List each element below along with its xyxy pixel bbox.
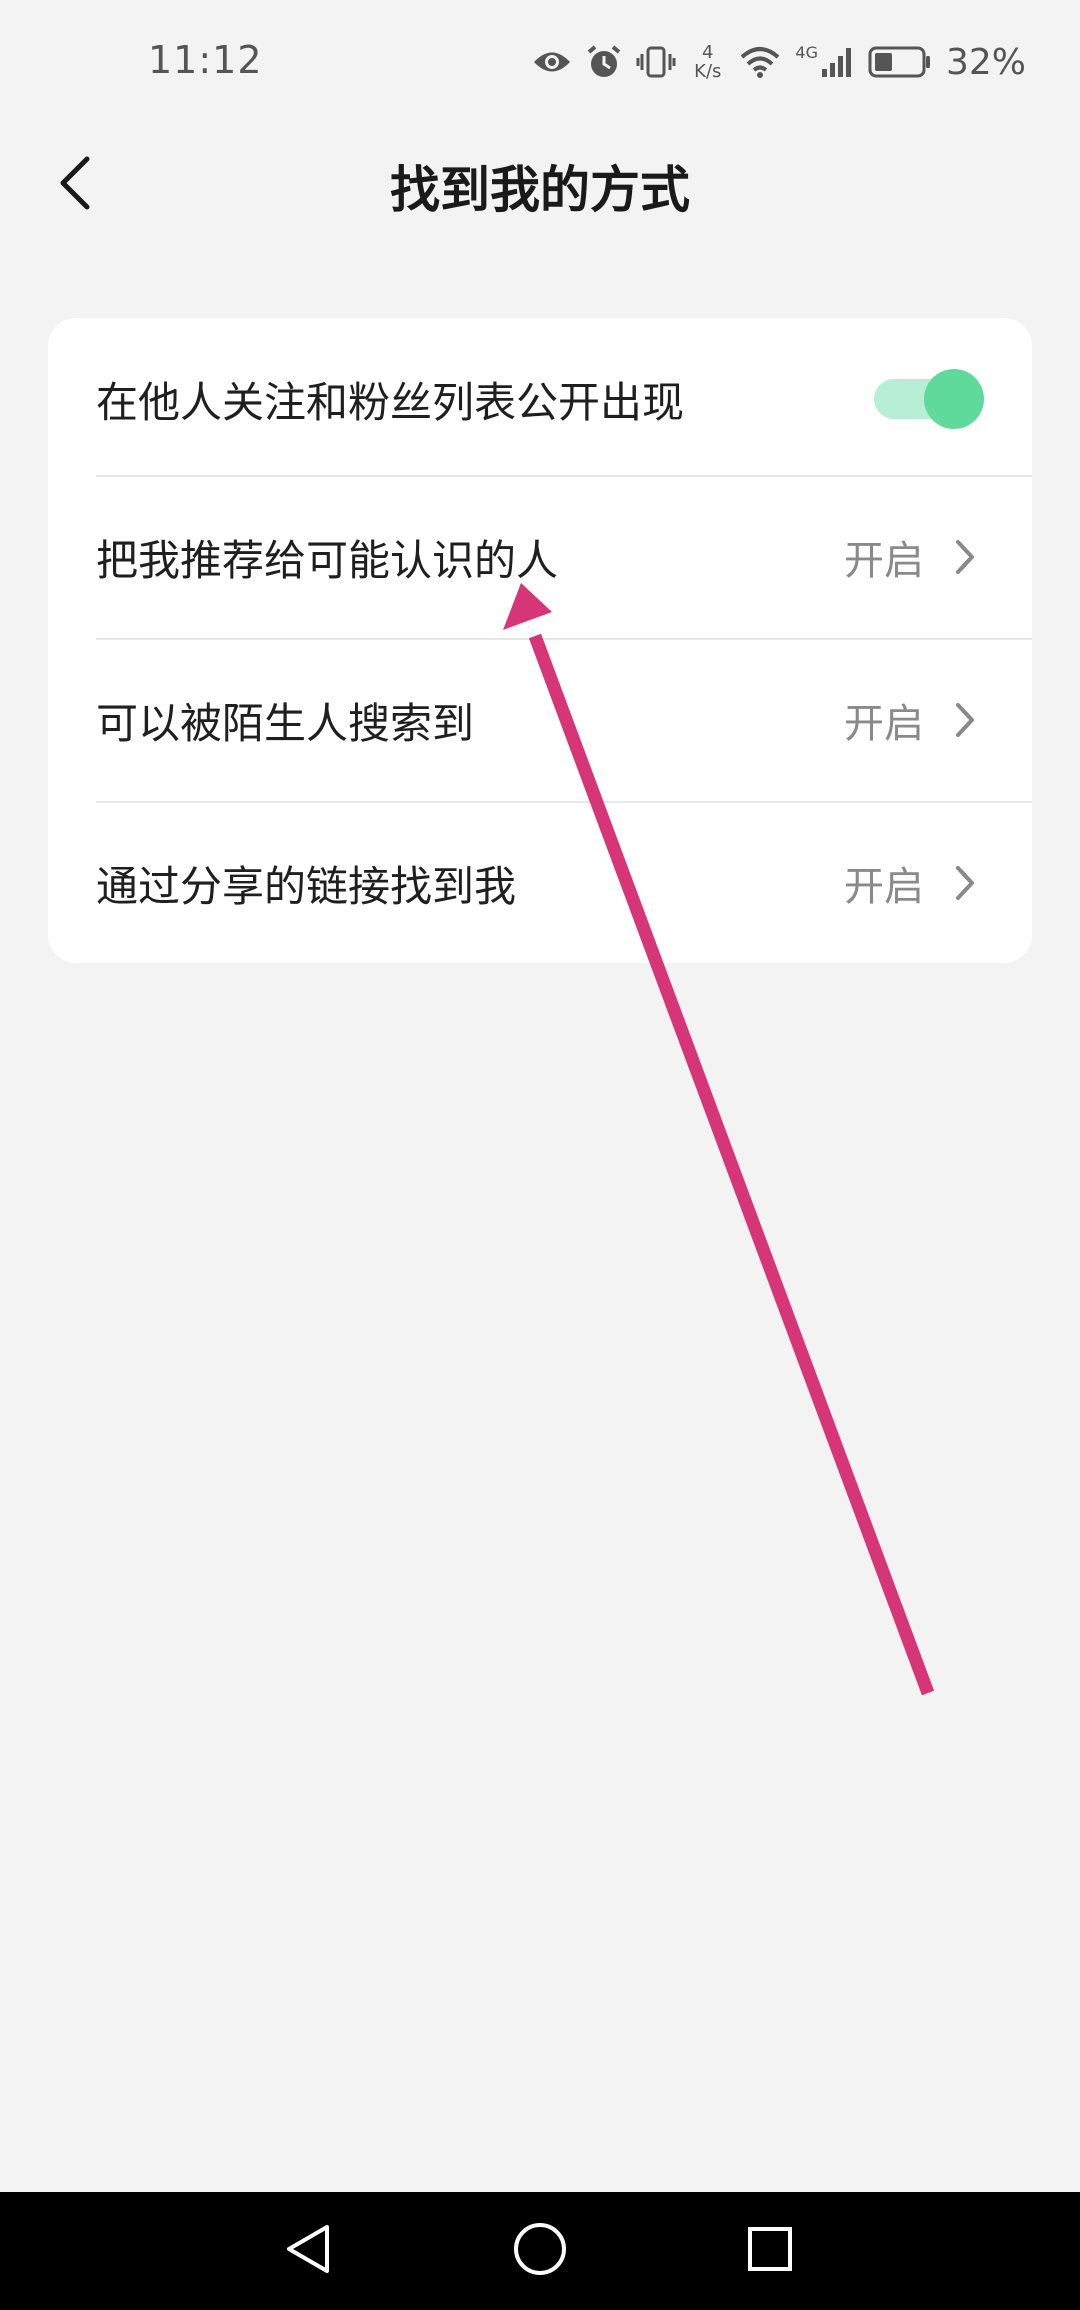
vibrate-icon bbox=[636, 44, 676, 80]
page: 11:12 4 K/s 4G 32% 找到我的方式 在他人关注和粉丝列表公开出现… bbox=[0, 0, 1080, 2310]
chevron-right-icon bbox=[950, 700, 980, 740]
setting-row-stranger-search[interactable]: 可以被陌生人搜索到 开启 bbox=[48, 639, 1032, 801]
setting-label: 在他人关注和粉丝列表公开出现 bbox=[96, 377, 685, 427]
page-title: 找到我的方式 bbox=[390, 161, 690, 219]
battery-percent: 32% bbox=[945, 41, 1026, 83]
status-icons: 4 K/s 4G 32% bbox=[532, 38, 1026, 86]
status-bar: 11:12 4 K/s 4G 32% bbox=[0, 0, 1080, 130]
chevron-right-icon bbox=[950, 863, 980, 903]
eye-icon bbox=[532, 47, 572, 77]
setting-value: 开启 bbox=[844, 538, 924, 584]
settings-card: 在他人关注和粉丝列表公开出现 把我推荐给可能认识的人 开启 可以被陌生人搜索到 … bbox=[48, 318, 1032, 963]
setting-label: 通过分享的链接找到我 bbox=[96, 861, 517, 911]
net-speed: 4 K/s bbox=[694, 43, 721, 81]
setting-label: 可以被陌生人搜索到 bbox=[96, 698, 475, 748]
nav-recents-button[interactable] bbox=[730, 2216, 810, 2286]
wifi-icon bbox=[739, 45, 781, 79]
network-type: 4G bbox=[795, 43, 818, 62]
back-triangle-icon bbox=[283, 2221, 333, 2281]
setting-label: 把我推荐给可能认识的人 bbox=[96, 535, 559, 585]
net-speed-unit: K/s bbox=[694, 61, 722, 82]
alarm-icon bbox=[586, 44, 622, 80]
public-list-toggle[interactable] bbox=[874, 369, 984, 429]
toggle-knob bbox=[924, 369, 984, 429]
battery-icon bbox=[868, 45, 932, 79]
setting-row-share-link[interactable]: 通过分享的链接找到我 开启 bbox=[48, 802, 1032, 963]
chevron-right-icon bbox=[950, 537, 980, 577]
home-circle-icon bbox=[512, 2221, 568, 2281]
navigation-bar bbox=[0, 2192, 1080, 2310]
setting-row-public-list: 在他人关注和粉丝列表公开出现 bbox=[48, 318, 1032, 480]
signal-icon: 4G bbox=[795, 45, 854, 79]
net-speed-value: 4 bbox=[702, 42, 714, 63]
setting-value: 开启 bbox=[844, 864, 924, 910]
setting-value: 开启 bbox=[844, 701, 924, 747]
setting-row-recommend[interactable]: 把我推荐给可能认识的人 开启 bbox=[48, 476, 1032, 638]
nav-home-button[interactable] bbox=[500, 2216, 580, 2286]
recents-square-icon bbox=[745, 2224, 795, 2278]
nav-back-button[interactable] bbox=[268, 2216, 348, 2286]
status-time: 11:12 bbox=[148, 38, 263, 82]
header: 找到我的方式 bbox=[0, 130, 1080, 240]
